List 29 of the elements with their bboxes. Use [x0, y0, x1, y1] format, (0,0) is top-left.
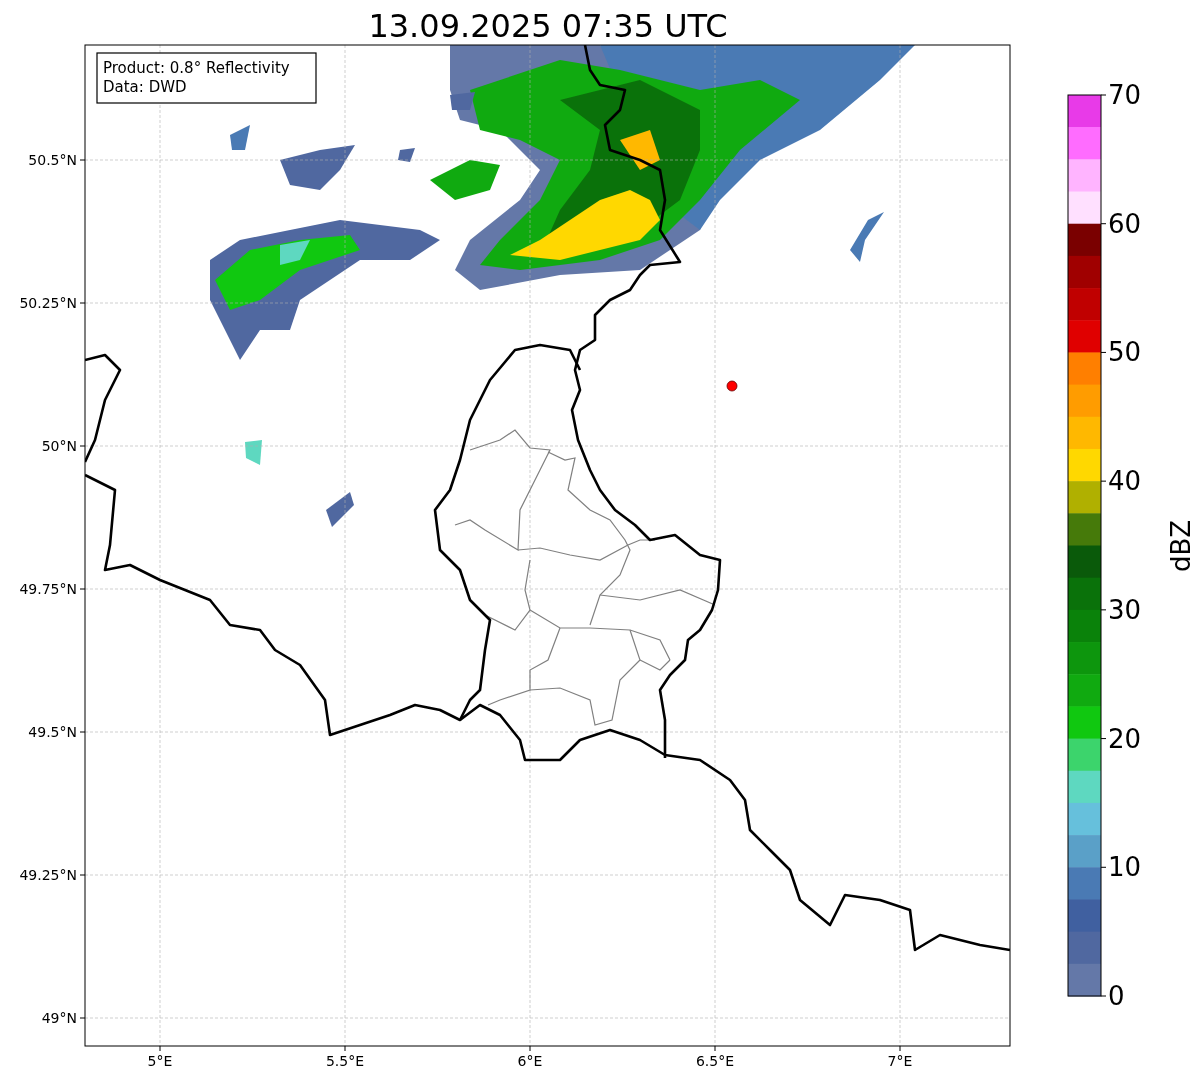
- radar-echo: [398, 148, 415, 162]
- latitude-label: 49.5°N: [28, 724, 77, 740]
- colorbar-tick-label: 70: [1108, 80, 1142, 110]
- colorbar-tick-label: 40: [1108, 466, 1142, 497]
- info-text: Product: 0.8° Reflectivity: [103, 59, 290, 77]
- colorbar-tick-label: 0: [1108, 981, 1125, 1011]
- info-text: Data: DWD: [103, 78, 187, 96]
- radar-echo: [230, 125, 250, 150]
- location-marker: [726, 380, 738, 392]
- latitude-label: 49.75°N: [19, 581, 77, 597]
- colorbar-tick-label: 30: [1108, 594, 1142, 625]
- latitude-label: 49.25°N: [19, 867, 77, 883]
- colorbar-tick-label: 10: [1108, 852, 1142, 883]
- longitude-label: 6.5°E: [695, 1053, 735, 1069]
- latitude-label: 50.5°N: [28, 152, 77, 168]
- latitude-label: 50.25°N: [19, 295, 77, 311]
- longitude-label: 7°E: [887, 1053, 913, 1069]
- longitude-label: 6°E: [517, 1053, 543, 1069]
- colorbar-tick-label: 60: [1108, 208, 1142, 239]
- longitude-label: 5.5°E: [325, 1053, 365, 1069]
- chart-title: 13.09.2025 07:35 UTC: [368, 7, 728, 45]
- latitude-label: 49°N: [41, 1010, 77, 1026]
- colorbar-tick-label: 50: [1108, 337, 1142, 368]
- latitude-label: 50°N: [41, 438, 77, 454]
- colorbar-label: dBZ: [1166, 519, 1196, 573]
- radar-echo: [326, 492, 354, 527]
- radar-echo: [245, 440, 262, 465]
- longitude-label: 5°E: [147, 1053, 173, 1069]
- colorbar-tick-label: 20: [1108, 723, 1142, 754]
